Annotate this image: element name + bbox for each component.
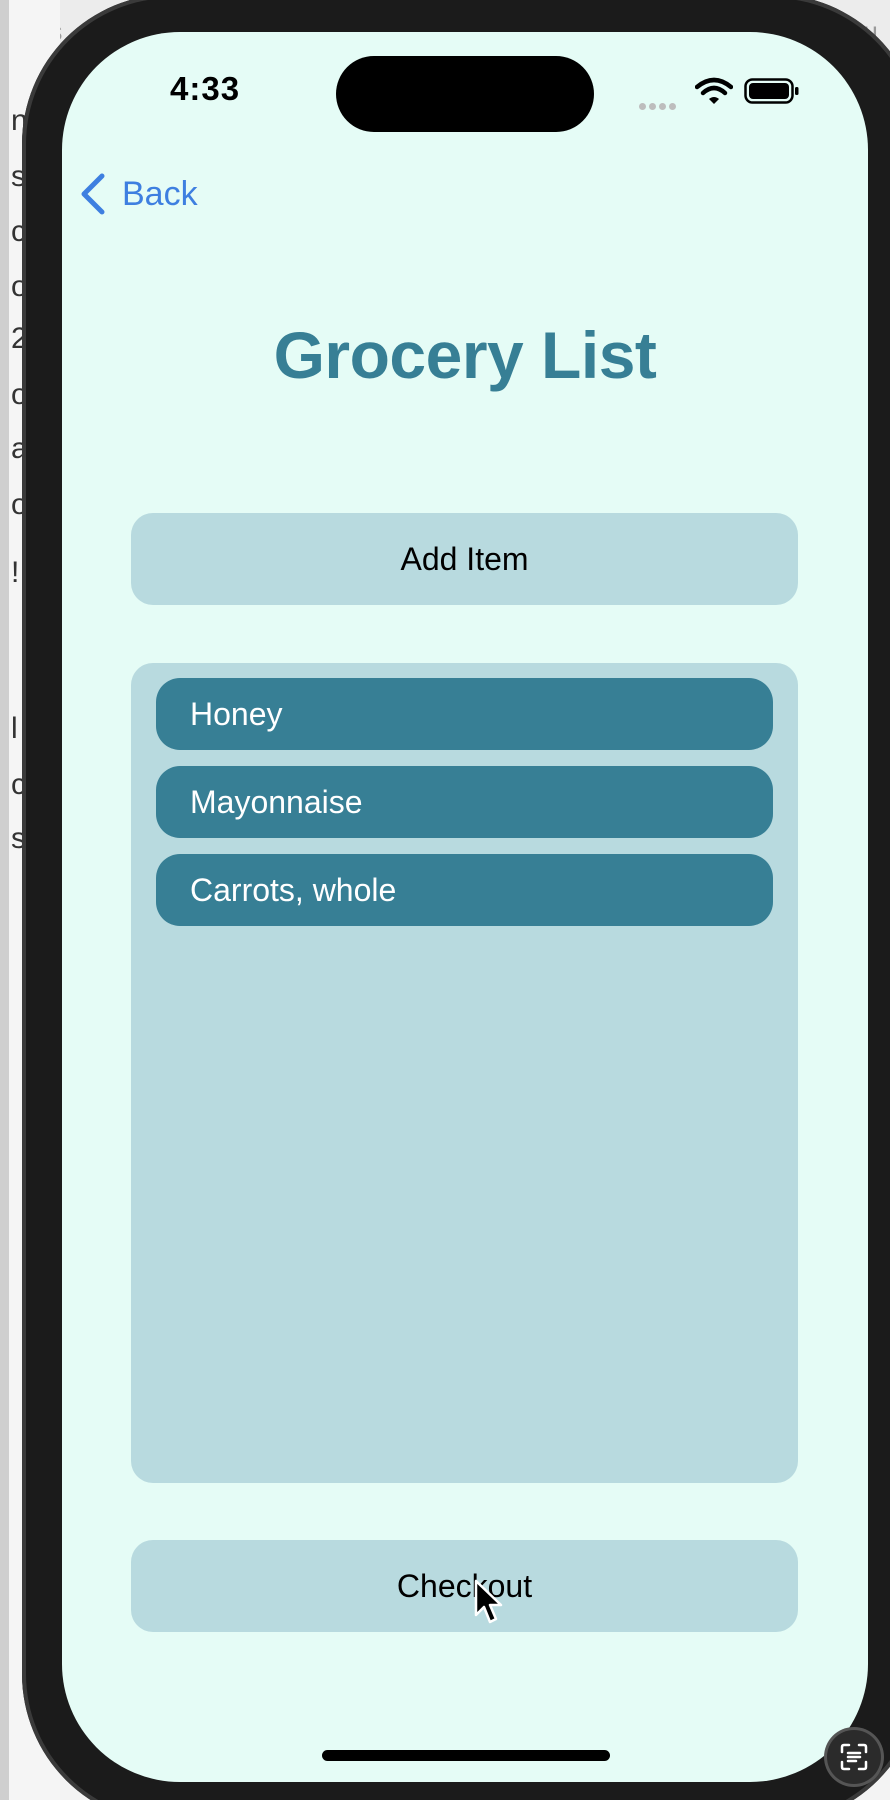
home-indicator [322, 1750, 610, 1761]
checkout-button[interactable]: Checkout [131, 1540, 798, 1632]
dynamic-island [336, 56, 594, 132]
page-title: Grocery List [273, 318, 657, 392]
list-item[interactable]: Mayonnaise [156, 766, 773, 838]
cellular-signal-icon [639, 97, 681, 110]
list-item[interactable]: Carrots, whole [156, 854, 773, 926]
status-time: 4:33 [170, 70, 241, 107]
list-item[interactable]: Honey [156, 678, 773, 750]
live-text-button[interactable] [827, 1730, 881, 1784]
wifi-icon [695, 77, 733, 104]
battery-icon [744, 78, 799, 104]
text-scan-icon [840, 1743, 868, 1771]
code-line: ! [11, 556, 20, 589]
add-item-button[interactable]: Add Item [131, 513, 798, 605]
chevron-left-icon [81, 173, 105, 215]
back-button[interactable]: Back [78, 166, 198, 222]
back-label: Back [122, 174, 198, 213]
code-line: l [11, 712, 18, 745]
mouse-pointer-icon [474, 1579, 503, 1624]
phone-screen: 4:33 Back Grocery List Add Item Honey Ma… [62, 32, 868, 1782]
grocery-list-panel: Honey Mayonnaise Carrots, whole [131, 663, 798, 1483]
screen: nges Bu n s c o 2 o a o ! l c s 4:33 [0, 0, 890, 1800]
